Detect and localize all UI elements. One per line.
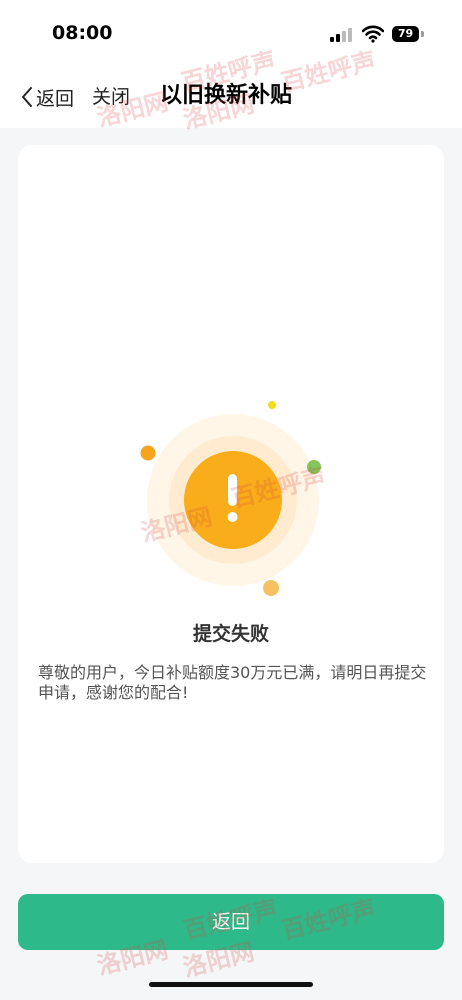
back-button[interactable]: 返回 <box>20 82 74 112</box>
back-label: 返回 <box>36 87 75 110</box>
result-title: 提交失败 <box>192 623 269 645</box>
home-indicator <box>149 982 313 987</box>
wifi-icon <box>362 25 384 43</box>
result-card: 提交失败 尊敬的用户，今日补贴额度30万元已满，请明日再提交申请，感谢您的配合! <box>18 145 444 863</box>
cellular-signal-icon <box>330 28 354 42</box>
screen: 08:00 79 返回 关闭 以旧换新补贴 提交失败 尊敬的用户，今日补贴额度3… <box>0 0 462 1000</box>
status-time: 08:00 <box>52 22 113 44</box>
return-button[interactable]: 返回 <box>18 894 444 950</box>
battery-tip <box>421 31 424 37</box>
result-message: 尊敬的用户，今日补贴额度30万元已满，请明日再提交申请，感谢您的配合! <box>38 663 427 702</box>
close-button[interactable]: 关闭 <box>92 82 130 112</box>
failure-illustration <box>140 401 321 596</box>
status-bar: 08:00 79 <box>0 0 462 66</box>
page-title: 以旧换新补贴 <box>160 83 293 108</box>
battery-icon: 79 <box>392 26 419 42</box>
chevron-left-icon <box>22 87 32 107</box>
nav-bar: 返回 关闭 以旧换新补贴 <box>0 66 462 128</box>
